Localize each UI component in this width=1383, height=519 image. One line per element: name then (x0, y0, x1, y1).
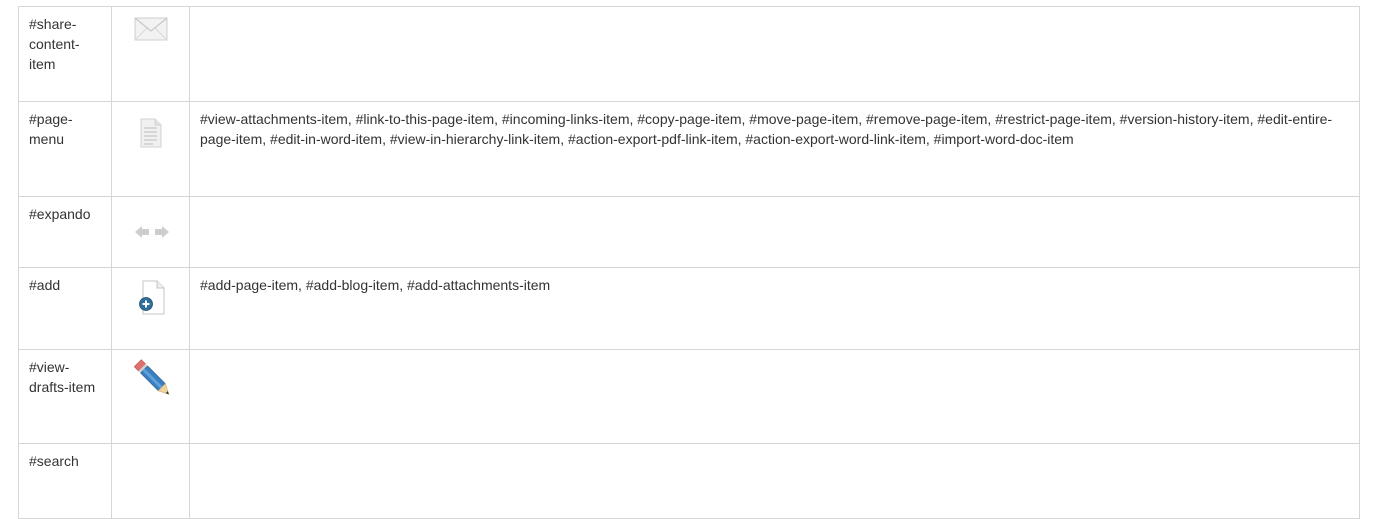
toolbar-id-table: #share- content- item #page- menu #view-… (18, 6, 1360, 519)
row-id-cell: #expando (18, 196, 112, 268)
row-icon-cell (111, 6, 190, 102)
row-items: #view-attachments-item, #link-to-this-pa… (200, 111, 1333, 147)
row-id: #add (29, 277, 61, 293)
row-id: #share- content- item (29, 16, 80, 72)
pencil-icon (134, 359, 170, 395)
row-items-cell: #add-page-item, #add-blog-item, #add-att… (189, 267, 1360, 350)
table-row: #page- menu #view-attachments-item, #lin… (18, 101, 1360, 197)
row-id: #page- menu (29, 111, 73, 147)
row-id-cell: #share- content- item (18, 6, 112, 102)
row-id: #search (29, 453, 79, 469)
table-row: #share- content- item (18, 6, 1360, 102)
row-items-cell (189, 349, 1360, 444)
row-items: #add-page-item, #add-blog-item, #add-att… (200, 277, 551, 293)
table-row: #search (18, 443, 1360, 519)
table-row: #add #add-page-item, #add-blog-item, #ad… (18, 267, 1360, 350)
row-id-cell: #search (18, 443, 112, 519)
row-items-cell (189, 443, 1360, 519)
row-id: #expando (29, 206, 91, 222)
row-items-cell: #view-attachments-item, #link-to-this-pa… (189, 101, 1360, 197)
add-page-icon (139, 280, 165, 315)
table-row: #expando (18, 196, 1360, 268)
row-icon-cell (111, 349, 190, 444)
row-id-cell: #page- menu (18, 101, 112, 197)
row-id-cell: #view- drafts-item (18, 349, 112, 444)
row-icon-cell (111, 443, 190, 519)
row-icon-cell (111, 267, 190, 350)
left-right-arrows-icon (135, 226, 169, 238)
row-id-cell: #add (18, 267, 112, 350)
document-icon (140, 118, 162, 148)
row-icon-cell (111, 101, 190, 197)
row-items-cell (189, 196, 1360, 268)
table-row: #view- drafts-item (18, 349, 1360, 444)
row-items-cell (189, 6, 1360, 102)
row-id: #view- drafts-item (29, 359, 96, 395)
envelope-icon (134, 17, 168, 41)
row-icon-cell (111, 196, 190, 268)
